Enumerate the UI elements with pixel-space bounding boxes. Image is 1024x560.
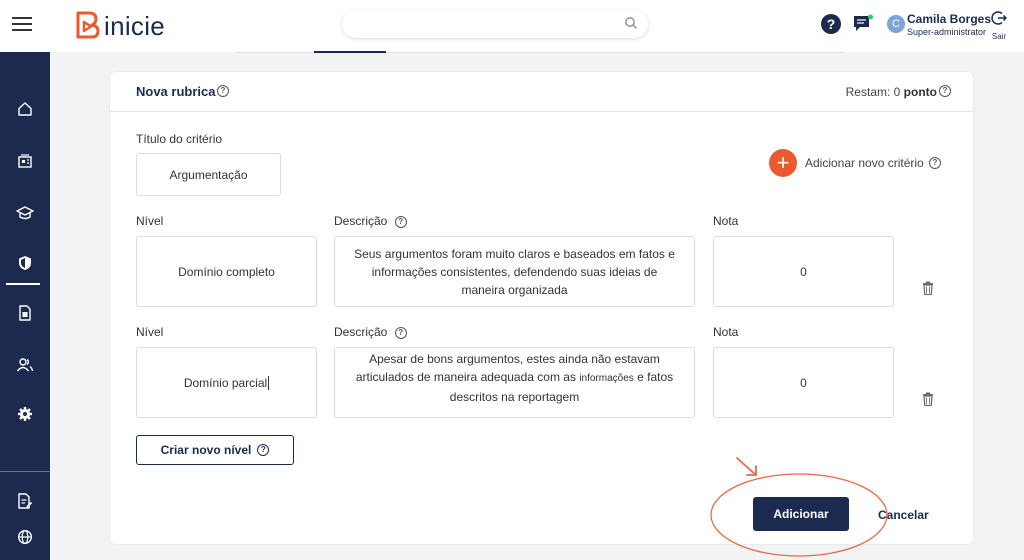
grade-label: Nota: [713, 214, 739, 228]
sidebar: [0, 52, 50, 560]
level-label: Nível: [136, 214, 164, 228]
description-textarea[interactable]: Apesar de bons argumentos, estes ainda n…: [334, 347, 695, 418]
level-input[interactable]: Domínio completo: [136, 236, 317, 307]
remaining-points-unit: ponto: [903, 85, 937, 99]
sidebar-divider: [0, 471, 50, 472]
sidebar-item-dashboard[interactable]: [0, 144, 50, 178]
sidebar-item-security[interactable]: [0, 246, 50, 280]
trash-icon[interactable]: [922, 281, 934, 295]
avatar[interactable]: C: [887, 15, 905, 33]
logo-text: inicie: [104, 10, 166, 41]
grade-input[interactable]: 0: [713, 347, 894, 418]
level-input-text: Domínio parcial: [183, 375, 268, 390]
create-new-level-button[interactable]: Criar novo nível ?: [136, 435, 294, 465]
sidebar-active-indicator: [6, 283, 40, 285]
description-text-part2: informações: [579, 373, 634, 384]
sidebar-item-language[interactable]: [0, 520, 50, 554]
question-mark-icon[interactable]: ?: [394, 326, 407, 339]
add-criterion-plus-icon[interactable]: +: [769, 149, 797, 177]
description-textarea[interactable]: Seus argumentos foram muito claros e bas…: [334, 236, 695, 307]
search-input[interactable]: [342, 10, 648, 38]
criterion-title-label: Título do critério: [136, 132, 223, 146]
sidebar-item-edit-documents[interactable]: [0, 484, 50, 518]
logo-mark-icon: [76, 11, 100, 39]
criterion-title-input[interactable]: Argumentação: [136, 153, 281, 196]
chat-icon[interactable]: [852, 14, 874, 34]
description-label: Descrição ?: [334, 214, 407, 228]
sidebar-item-users[interactable]: [0, 348, 50, 382]
edit-document-icon: [18, 493, 33, 509]
sidebar-item-settings[interactable]: [0, 397, 50, 431]
add-button[interactable]: Adicionar: [753, 497, 849, 531]
remaining-points: Restam: 0 ponto: [846, 85, 937, 99]
rubric-form-card: Nova rubrica ? Restam: 0 ponto ? Título …: [110, 72, 973, 544]
active-tab-indicator: [314, 51, 386, 53]
search-icon[interactable]: [624, 16, 638, 30]
users-icon: [16, 358, 34, 372]
gear-icon: [18, 407, 32, 421]
question-mark-icon[interactable]: ?: [394, 215, 407, 228]
question-mark-icon[interactable]: ?: [939, 85, 951, 97]
remaining-points-prefix: Restam: 0: [845, 85, 901, 99]
app-logo[interactable]: inicie: [74, 8, 165, 44]
graduation-cap-icon: [16, 206, 34, 220]
sidebar-item-reports[interactable]: [0, 296, 50, 330]
sidebar-item-courses[interactable]: [0, 196, 50, 230]
globe-icon: [17, 529, 33, 545]
add-criterion-button[interactable]: Adicionar novo critério: [805, 156, 924, 170]
dashboard-icon: [18, 154, 32, 168]
top-bar: inicie ? C Camila Borges Super-administr…: [0, 0, 1024, 52]
logout-button[interactable]: Sair: [988, 10, 1010, 41]
shield-icon: [19, 256, 31, 270]
logout-icon: [991, 11, 1008, 25]
grade-input[interactable]: 0: [713, 236, 894, 307]
description-label-text: Descrição: [334, 325, 388, 339]
level-input[interactable]: Domínio parcial: [136, 347, 317, 418]
logout-label: Sair: [991, 32, 1007, 41]
card-header: Nova rubrica ? Restam: 0 ponto ?: [110, 72, 973, 112]
sidebar-item-home[interactable]: [0, 92, 50, 126]
trash-icon[interactable]: [922, 392, 934, 406]
text-cursor: [268, 375, 270, 390]
grade-label: Nota: [713, 325, 739, 339]
document-icon: [19, 305, 31, 321]
page-title: Nova rubrica: [136, 84, 216, 99]
user-name: Camila Borges: [907, 12, 992, 26]
question-mark-icon[interactable]: ?: [257, 444, 270, 456]
level-label: Nível: [136, 325, 164, 339]
help-icon[interactable]: ?: [821, 14, 841, 34]
description-label: Descrição ?: [334, 325, 407, 339]
question-mark-icon[interactable]: ?: [217, 85, 229, 97]
home-icon: [18, 102, 32, 116]
create-new-level-label: Criar novo nível: [160, 443, 252, 457]
user-role: Super-administrator: [907, 27, 987, 37]
description-label-text: Descrição: [334, 214, 388, 228]
cancel-button[interactable]: Cancelar: [878, 508, 929, 522]
hamburger-menu-icon[interactable]: [12, 14, 32, 32]
question-mark-icon[interactable]: ?: [929, 157, 941, 169]
